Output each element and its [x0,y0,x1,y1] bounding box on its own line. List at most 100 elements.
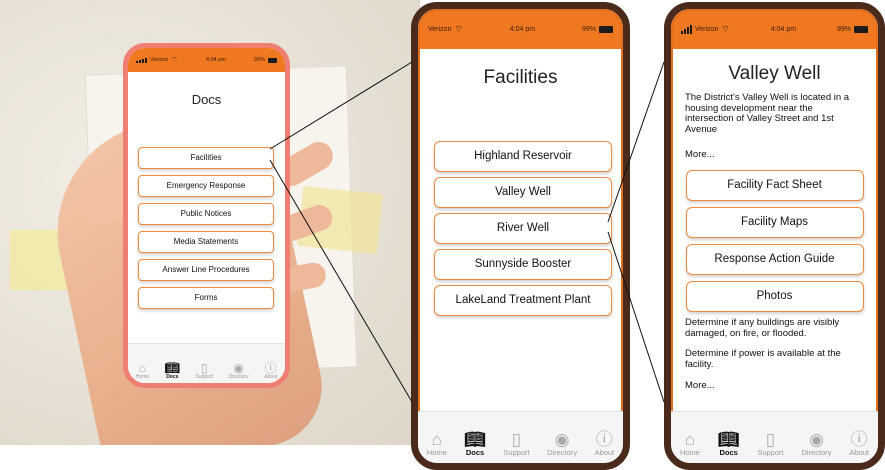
phone-docs-screen: Verizon ⌔ 4:04 pm 99% Docs Facilities Em… [123,43,290,388]
more-link[interactable]: More... [671,149,878,160]
home-icon: ⌂ [684,430,696,449]
docs-item-facilities[interactable]: Facilities [138,147,274,169]
response-action-guide-button[interactable]: Response Action Guide [685,244,864,275]
tab-support[interactable]: ▯ Support [757,431,783,457]
document-icon: ▯ [511,430,522,449]
tab-docs[interactable]: 📖︎ Docs [464,431,486,457]
phone-facilities-screen: Verizon ⌔ 4:04 pm 99% Facilities Highlan… [411,2,630,470]
home-icon: ⌂ [431,430,442,449]
tab-about[interactable]: ⓘ About [595,431,615,457]
battery-icon [598,25,613,33]
tab-label: Home [679,448,700,457]
battery-label: 99% [581,25,596,33]
tab-directory[interactable]: ◉ Directory [229,362,249,380]
tab-label: Support [757,448,784,457]
tab-directory[interactable]: ◉ Directory [547,431,577,457]
facility-item-lakeland-treatment-plant[interactable]: LakeLand Treatment Plant [434,285,612,316]
battery-label: 99% [836,25,851,33]
facility-item-highland-reservoir[interactable]: Highland Reservoir [434,141,612,172]
time-label: 4:04 pm [770,25,797,33]
page-title: Facilities [483,67,558,88]
signal-icon [136,57,147,63]
page-title: Docs [191,92,222,107]
battery-status: 99% [254,57,277,63]
tab-label: Directory [801,448,832,457]
tab-about[interactable]: ⓘ About [264,362,277,380]
facilities-list: Highland Reservoir Valley Well River Wel… [434,141,612,321]
tab-label: About [849,448,870,457]
tab-label: Docs [166,374,179,380]
tab-directory[interactable]: ◉ Directory [802,431,832,457]
home-icon: ⌂ [138,361,147,375]
people-icon: ◉ [809,430,824,449]
status-left: Verizon ⌔ [136,56,178,65]
docs-item-public-notices[interactable]: Public Notices [138,203,274,225]
tab-label: Home [426,448,447,457]
info-icon: ⓘ [264,361,277,375]
facility-description: The District's Valley Well is located in… [685,92,850,135]
status-bar: Verizon ⌔ 4:04 pm 99% [671,9,878,49]
docs-item-forms[interactable]: Forms [138,287,274,309]
docs-item-answer-line-procedures[interactable]: Answer Line Procedures [138,259,274,281]
info-icon: ⓘ [850,430,868,449]
tab-label: Support [195,374,213,380]
tab-label: About [264,374,278,380]
tab-docs[interactable]: 📖︎ Docs [165,362,180,380]
facility-item-valley-well[interactable]: Valley Well [434,177,612,208]
carrier-label: Verizon [428,25,452,33]
facility-item-sunnyside-booster[interactable]: Sunnyside Booster [434,249,612,280]
more-link[interactable]: More... [671,380,878,391]
book-icon: 📖︎ [164,361,180,375]
tab-home[interactable]: ⌂ Home [680,431,700,457]
status-left: Verizon ⌔ [681,24,730,35]
tab-bar: ⌂ Home 📖︎ Docs ▯ Support ◉ Directory ⓘ About [128,343,285,383]
time-label: 4:04 pm [509,25,536,33]
wifi-icon: ⌔ [171,56,178,64]
battery-status: 99% [581,25,613,33]
guidance-note: Determine if power is available at the f… [685,348,841,370]
docs-list: Facilities Emergency Response Public Not… [138,147,274,315]
guidance-note: Determine if any buildings are visibly d… [685,317,840,339]
signal-icon [681,24,692,34]
wifi-icon: ⌔ [721,23,730,34]
carrier-label: Verizon [695,25,719,33]
tab-about[interactable]: ⓘ About [849,431,869,457]
tab-label: Docs [719,448,738,457]
time-label: 4:04 pm [206,57,226,63]
document-icon: ▯ [765,430,776,449]
people-icon: ◉ [554,430,570,449]
status-left: Verizon ⌔ [428,24,463,35]
facility-fact-sheet-button[interactable]: Facility Fact Sheet [685,170,864,201]
book-icon: 📖︎ [464,430,486,449]
tab-support[interactable]: ▯ Support [195,362,213,380]
info-icon: ⓘ [595,430,613,449]
facility-actions: Facility Fact Sheet Facility Maps Respon… [671,170,878,312]
tab-home[interactable]: ⌂ Home [427,431,447,457]
battery-icon [853,25,868,33]
carrier-label: Verizon [150,57,169,63]
tab-label: Directory [547,448,578,457]
status-bar: Verizon ⌔ 4:04 pm 99% [128,48,285,72]
phone-valley-well-screen: Verizon ⌔ 4:04 pm 99% Valley Well The Di… [664,2,885,470]
people-icon: ◉ [233,361,244,375]
document-icon: ▯ [200,361,208,375]
photos-button[interactable]: Photos [685,281,864,312]
tab-label: Docs [465,448,485,457]
battery-label: 99% [253,57,265,63]
tab-home[interactable]: ⌂ Home [136,362,149,380]
tab-support[interactable]: ▯ Support [503,431,529,457]
tab-label: Home [135,374,150,380]
facility-maps-button[interactable]: Facility Maps [685,207,864,238]
facility-item-river-well[interactable]: River Well [434,213,612,244]
status-bar: Verizon ⌔ 4:04 pm 99% [418,9,623,49]
tab-label: Directory [228,374,249,380]
tab-bar: ⌂ Home 📖︎ Docs ▯ Support ◉ Directory ⓘ About [671,411,878,463]
page-title: Valley Well [728,63,821,84]
docs-item-media-statements[interactable]: Media Statements [138,231,274,253]
docs-item-emergency-response[interactable]: Emergency Response [138,175,274,197]
tab-label: Support [503,448,530,457]
battery-icon [268,57,277,63]
tab-bar: ⌂ Home 📖︎ Docs ▯ Support ◉ Directory ⓘ About [418,411,623,463]
book-icon: 📖︎ [717,430,740,449]
tab-docs[interactable]: 📖︎ Docs [718,431,740,457]
